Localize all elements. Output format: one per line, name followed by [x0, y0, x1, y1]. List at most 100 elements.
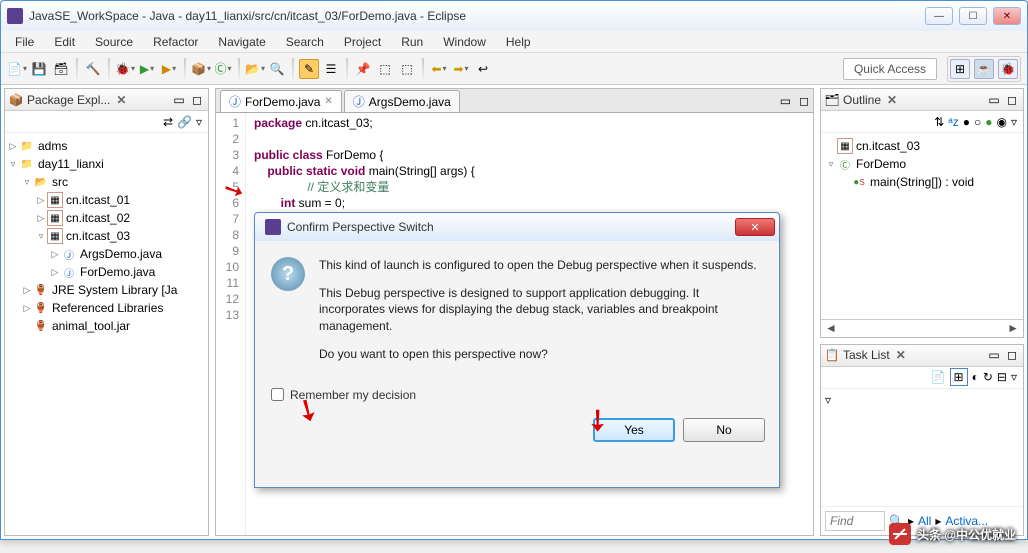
tab-close-icon[interactable]: ✕ [324, 96, 332, 107]
titlebar: JavaSE_WorkSpace - Java - day11_lianxi/s… [1, 1, 1027, 31]
minimize-button[interactable]: — [925, 7, 953, 25]
focus-icon[interactable]: ◐ [972, 370, 979, 384]
tree-item[interactable]: ▿▦cn.itcast_03 [7, 227, 206, 245]
task-button[interactable]: ⬚ [375, 59, 395, 79]
build-button[interactable]: 🔨 [83, 59, 103, 79]
az-icon[interactable]: ᵃz [948, 115, 958, 129]
new-class-button[interactable]: Ⓒ [213, 59, 233, 79]
save-all-button[interactable]: 🗃 [51, 59, 71, 79]
new-package-button[interactable]: 📦 [191, 59, 211, 79]
run-last-button[interactable]: ▶ [159, 59, 179, 79]
minimize-icon[interactable]: ▭ [172, 93, 186, 107]
new-button[interactable]: 📄 [7, 59, 27, 79]
sync-icon[interactable]: ↻ [983, 370, 993, 384]
expand-icon[interactable]: ▿ [825, 393, 831, 407]
java-file-icon: Ⓙ [229, 93, 241, 110]
tree-item[interactable]: ▿📁day11_lianxi [7, 155, 206, 173]
debug-perspective-button[interactable]: 🐞 [998, 59, 1018, 79]
tab-argsdemo[interactable]: Ⓙ ArgsDemo.java [344, 90, 460, 112]
java-perspective-button[interactable]: ☕ [974, 59, 994, 79]
collapse-icon[interactable]: ⊟ [997, 370, 1007, 384]
dialog-text-2: This Debug perspective is designed to su… [319, 285, 763, 334]
open-perspective-button[interactable]: ⊞ [950, 59, 970, 79]
nav-right-button[interactable]: ➡ [451, 59, 471, 79]
editor-minimize-icon[interactable]: ▭ [776, 90, 795, 112]
close-button[interactable]: ✕ [993, 7, 1021, 25]
menubar: File Edit Source Refactor Navigate Searc… [1, 31, 1027, 53]
hide-local-icon[interactable]: ◉ [996, 115, 1006, 129]
debug-button[interactable]: 🐞 [115, 59, 135, 79]
tree-item[interactable]: ▷🏺JRE System Library [Ja [7, 281, 206, 299]
tab-fordemo[interactable]: Ⓙ ForDemo.java ✕ [220, 90, 342, 112]
save-button[interactable]: 💾 [29, 59, 49, 79]
open-type-button[interactable]: 📂 [245, 59, 265, 79]
sort-icon[interactable]: ⇅ [934, 115, 944, 129]
outline-menu-icon[interactable]: ▿ [1011, 115, 1017, 129]
editor-maximize-icon[interactable]: ◻ [795, 90, 813, 112]
toggle-mark-button[interactable]: ✎ [299, 59, 319, 79]
pin-button[interactable]: 📌 [353, 59, 373, 79]
menu-source[interactable]: Source [87, 33, 141, 51]
view-menu-icon[interactable]: ▿ [196, 115, 202, 129]
search-button[interactable]: 🔍 [267, 59, 287, 79]
outline-scrollbar[interactable]: ◄► [821, 319, 1023, 337]
tasklist-close[interactable]: ✕ [896, 348, 906, 362]
find-input[interactable] [825, 511, 885, 531]
tree-item[interactable]: ▿📂src [7, 173, 206, 191]
eclipse-icon [265, 219, 281, 235]
maximize-icon[interactable]: ◻ [190, 93, 204, 107]
quick-access[interactable]: Quick Access [843, 58, 937, 80]
remember-label: Remember my decision [290, 388, 416, 402]
link-button[interactable]: ⬚ [397, 59, 417, 79]
remember-checkbox[interactable] [271, 388, 284, 401]
outline-icon: 🗂 [825, 93, 839, 107]
collapse-all-icon[interactable]: ⇄ [163, 115, 173, 129]
outline-tree[interactable]: ▦cn.itcast_03 ▿ⒸForDemo ●Smain(String[])… [821, 133, 1023, 319]
tree-item[interactable]: ▷▦cn.itcast_02 [7, 209, 206, 227]
link-editor-icon[interactable]: 🔗 [177, 115, 192, 129]
dialog-close-button[interactable]: ✕ [735, 218, 775, 236]
toggle-breadcrumb-button[interactable]: ☰ [321, 59, 341, 79]
yes-button[interactable]: Yes [593, 418, 675, 442]
new-task-icon[interactable]: 📄 [931, 370, 946, 384]
package-tree[interactable]: ▷📁adms▿📁day11_lianxi▿📂src▷▦cn.itcast_01▷… [5, 133, 208, 535]
watermark: 头条 @中公优就业 [889, 523, 1016, 545]
minimize-icon[interactable]: ▭ [987, 93, 1001, 107]
java-file-icon: Ⓙ [353, 93, 365, 110]
no-button[interactable]: No [683, 418, 765, 442]
hide-nonpublic-icon[interactable]: ● [985, 115, 992, 129]
run-button[interactable]: ▶ [137, 59, 157, 79]
last-edit-button[interactable]: ↩ [473, 59, 493, 79]
tasklist-icon: 📋 [825, 348, 839, 362]
menu-window[interactable]: Window [435, 33, 494, 51]
toolbar: 📄 💾 🗃 🔨 🐞 ▶ ▶ 📦 Ⓒ 📂 🔍 ✎ ☰ 📌 ⬚ ⬚ ⬅ ➡ ↩ Qu… [1, 53, 1027, 85]
hide-fields-icon[interactable]: ● [963, 115, 970, 129]
menu-file[interactable]: File [7, 33, 42, 51]
tree-item[interactable]: ▷📁adms [7, 137, 206, 155]
maximize-icon[interactable]: ◻ [1005, 348, 1019, 362]
tree-item[interactable]: ▷ⒿArgsDemo.java [7, 245, 206, 263]
eclipse-icon [7, 8, 23, 24]
package-explorer-close[interactable]: ✕ [116, 93, 126, 107]
tree-item[interactable]: ▷▦cn.itcast_01 [7, 191, 206, 209]
maximize-icon[interactable]: ◻ [1005, 93, 1019, 107]
tree-item[interactable]: ▷ⒿForDemo.java [7, 263, 206, 281]
menu-refactor[interactable]: Refactor [145, 33, 206, 51]
tree-item[interactable]: 🏺animal_tool.jar [7, 317, 206, 335]
maximize-button[interactable]: ☐ [959, 7, 987, 25]
nav-left-button[interactable]: ⬅ [429, 59, 449, 79]
dialog-text-3: Do you want to open this perspective now… [319, 346, 763, 362]
menu-navigate[interactable]: Navigate [210, 33, 273, 51]
menu-help[interactable]: Help [498, 33, 539, 51]
menu-project[interactable]: Project [336, 33, 389, 51]
menu-edit[interactable]: Edit [46, 33, 83, 51]
minimize-icon[interactable]: ▭ [987, 348, 1001, 362]
menu-run[interactable]: Run [393, 33, 431, 51]
tree-item[interactable]: ▷🏺Referenced Libraries [7, 299, 206, 317]
menu-search[interactable]: Search [278, 33, 332, 51]
tasklist-menu-icon[interactable]: ▿ [1011, 370, 1017, 384]
outline-title: Outline [843, 93, 881, 107]
outline-close[interactable]: ✕ [887, 93, 897, 107]
categorize-icon[interactable]: ⊞ [950, 368, 968, 386]
hide-static-icon[interactable]: ○ [974, 115, 981, 129]
